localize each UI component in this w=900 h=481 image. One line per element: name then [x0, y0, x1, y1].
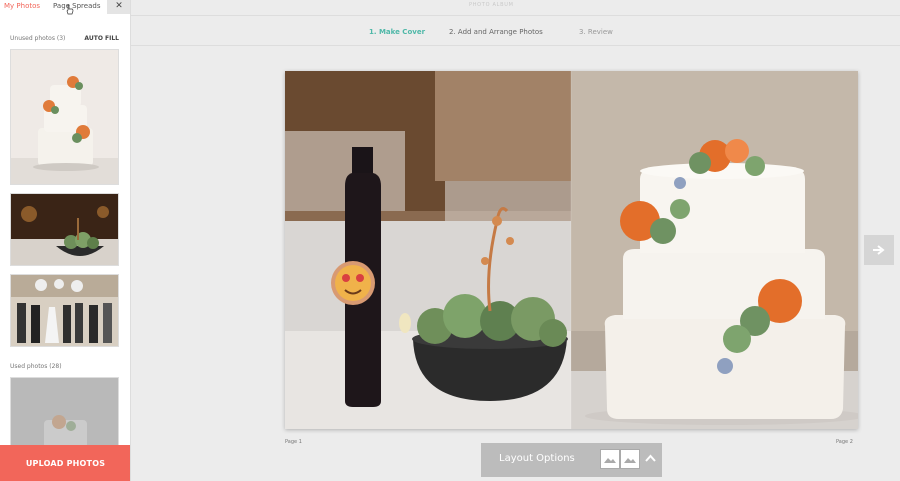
used-photos-label: Used photos (28)	[10, 363, 62, 370]
layout-single-photo-icon[interactable]	[600, 449, 620, 469]
layout-photo-icon[interactable]	[620, 449, 640, 469]
tab-my-photos[interactable]: My Photos	[4, 2, 40, 10]
photo-sidebar: My Photos Page Spreads ✕ Unused photos (…	[0, 0, 131, 481]
photo-thumb-cake[interactable]	[10, 49, 119, 185]
hand-cursor-icon	[66, 4, 74, 15]
next-page-button[interactable]	[864, 235, 894, 265]
tab-page-spreads[interactable]: Page Spreads	[53, 2, 100, 10]
step-navigation: 1. Make Cover 2. Add and Arrange Photos …	[131, 15, 900, 46]
step-make-cover[interactable]: 1. Make Cover	[369, 28, 425, 36]
layout-options-bar: Layout Options	[481, 443, 662, 477]
page-1-label: Page 1	[285, 439, 302, 445]
step-add-arrange[interactable]: 2. Add and Arrange Photos	[449, 28, 543, 36]
photo-wine-bottle-centerpiece[interactable]	[285, 71, 571, 429]
unused-photos-label: Unused photos (3)	[10, 35, 66, 42]
chevron-up-icon[interactable]	[644, 452, 657, 465]
close-sidebar-button[interactable]: ✕	[107, 0, 130, 14]
page-2-label: Page 2	[836, 439, 853, 445]
photo-thumb-centerpiece[interactable]	[10, 193, 119, 266]
page-spread	[285, 71, 865, 429]
photo-thumb-used[interactable]	[10, 377, 119, 447]
arrow-right-icon	[873, 245, 885, 255]
step-review[interactable]: 3. Review	[579, 28, 613, 36]
upload-photos-button[interactable]: UPLOAD PHOTOS	[0, 445, 130, 481]
photo-wedding-cake[interactable]	[571, 71, 865, 429]
auto-fill-button[interactable]: AUTO FILL	[84, 35, 119, 42]
layout-options-label[interactable]: Layout Options	[499, 453, 575, 464]
app-title: PHOTO ALBUM	[469, 2, 514, 8]
photo-thumb-group[interactable]	[10, 274, 119, 347]
